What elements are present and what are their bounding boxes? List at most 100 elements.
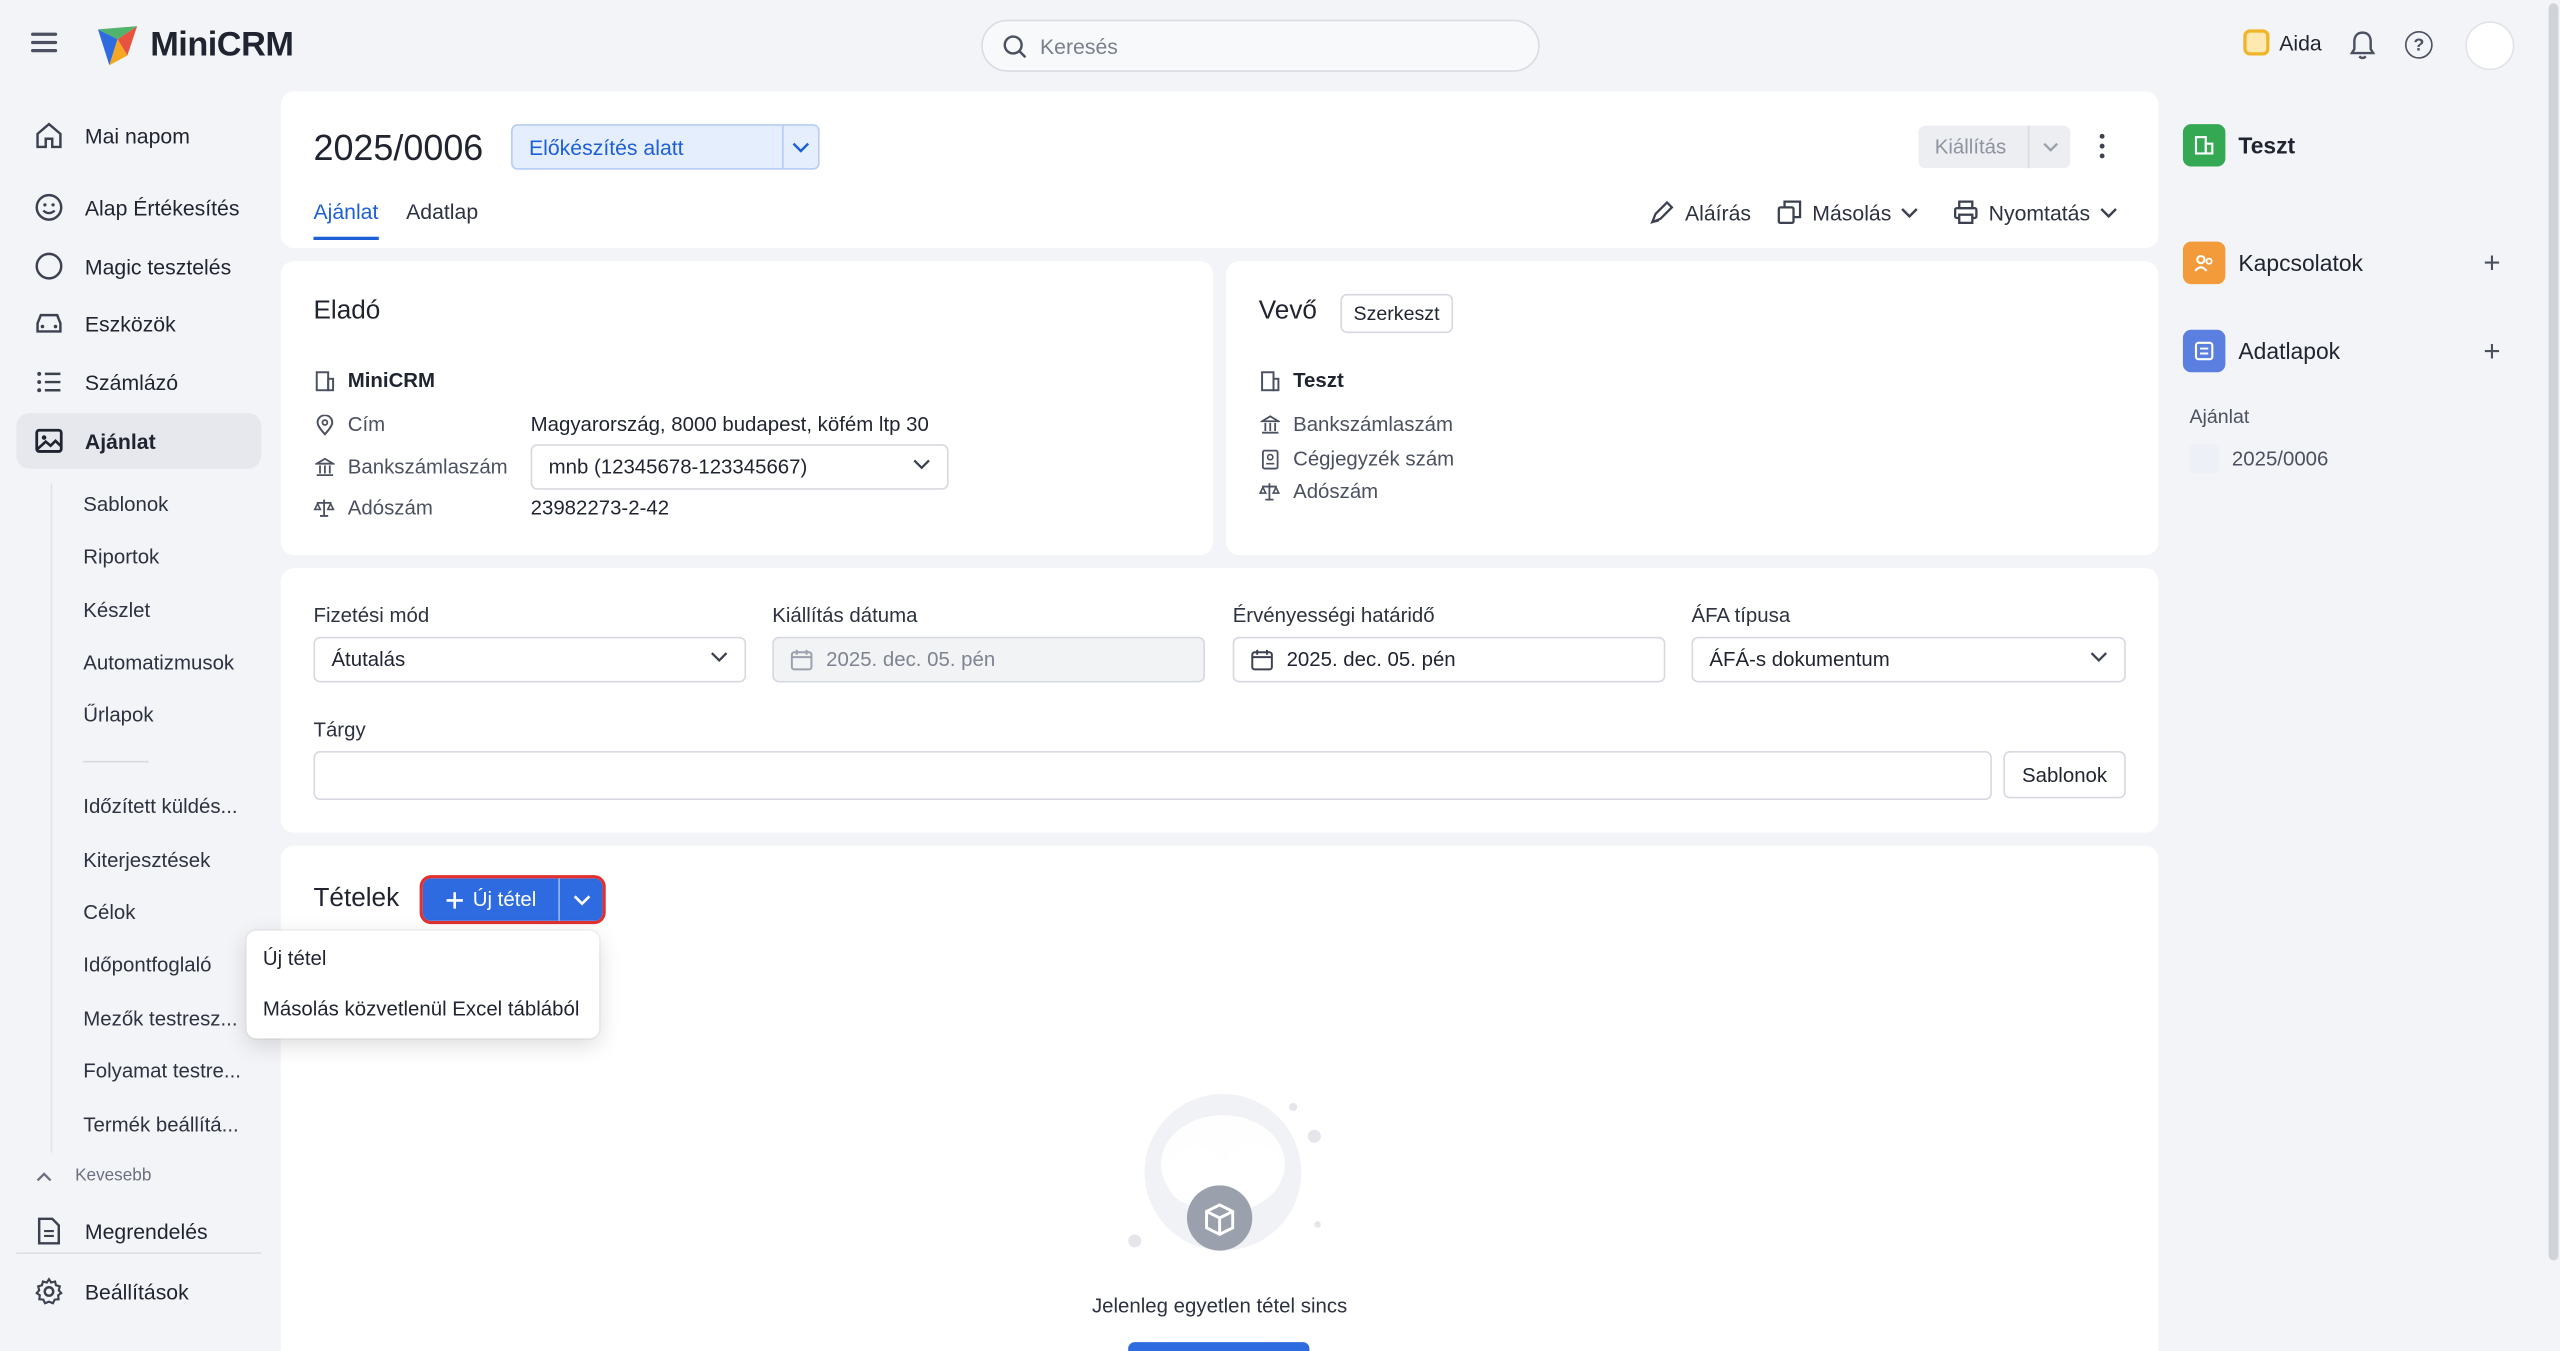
submenu-item[interactable]: Folyamat testre... [83, 1060, 246, 1083]
search-input[interactable] [1040, 33, 1498, 58]
edit-buyer-button[interactable]: Szerkeszt [1340, 293, 1453, 334]
document-tabs: Ajánlat Adatlap [313, 199, 478, 241]
vat-type-label: ÁFA típusa [1691, 604, 1791, 627]
new-item-split-button: Új tétel [422, 878, 603, 921]
sidebar-item-mai-napom[interactable]: Mai napom [16, 108, 261, 164]
menu-item-paste-excel[interactable]: Másolás közvetlenül Excel táblából [263, 998, 580, 1021]
validity-date-field[interactable]: 2025. dec. 05. pén [1232, 636, 1666, 683]
datasheets-label: Adatlapok [2238, 337, 2341, 365]
sign-button[interactable]: Aláírás [1649, 199, 1751, 225]
search-icon [1003, 34, 1027, 58]
vat-type-select[interactable]: ÁFÁ-s dokumentum [1691, 636, 2126, 683]
new-item-dropdown-menu: Új tétel Másolás közvetlenül Excel táblá… [246, 930, 600, 1039]
new-item-dropdown-toggle[interactable] [558, 878, 603, 921]
sidebar-item-eszkozok[interactable]: Eszközök [16, 296, 261, 352]
datasheet-group-label: Ajánlat [2189, 404, 2250, 428]
submenu-item[interactable]: Mezők testresz... [83, 1007, 246, 1030]
datasheet-icon [2182, 329, 2226, 373]
copy-button[interactable]: Másolás [1776, 199, 1919, 225]
related-record-label: Teszt [2238, 132, 2296, 159]
add-relation-plus-icon[interactable]: + [2483, 248, 2500, 277]
sidebar-item-szamlazo[interactable]: Számlázó [16, 354, 261, 410]
bank-account-select[interactable]: mnb (12345678-123345667) [530, 444, 949, 490]
add-datasheet-plus-icon[interactable]: + [2483, 336, 2500, 365]
copy-icon [1777, 200, 1802, 225]
global-search[interactable] [981, 19, 1540, 72]
copy-label: Másolás [1812, 200, 1892, 225]
notifications-bell-icon[interactable] [2348, 29, 2377, 62]
sidebar-item-label: Magic tesztelés [84, 253, 232, 279]
sign-label: Aláírás [1684, 200, 1752, 225]
scrollbar-thumb[interactable] [2548, 3, 2559, 1261]
user-avatar[interactable] [2465, 21, 2515, 71]
datasheet-item[interactable]: 2025/0006 [2189, 444, 2329, 474]
buyer-tax-row: Adószám [1258, 480, 1379, 503]
submenu-item[interactable]: Űrlapok [83, 704, 246, 727]
sidebar: Mai napom Alap Értékesítés Magic tesztel… [0, 91, 278, 1350]
pen-icon [1650, 200, 1674, 225]
status-select[interactable]: Előkészítés alatt [511, 124, 820, 170]
help-icon[interactable]: ? [2404, 31, 2433, 59]
buyer-tax-label: Adószám [1293, 480, 1379, 503]
app-logo[interactable]: MiniCRM [95, 23, 294, 69]
contacts-icon [2182, 241, 2226, 285]
add-first-item-button[interactable] [1128, 1342, 1310, 1351]
payment-method-select[interactable]: Átutalás [313, 636, 747, 683]
submenu-item[interactable]: Célok [83, 901, 246, 924]
circle-icon [33, 250, 66, 283]
sidebar-item-megrendeles[interactable]: Megrendelés [16, 1203, 261, 1259]
more-options-icon[interactable] [2093, 131, 2113, 164]
subject-input[interactable] [313, 751, 1992, 801]
document-header: 2025/0006 Előkészítés alatt Kiállítás Aj… [280, 91, 2159, 249]
status-value: Előkészítés alatt [528, 134, 684, 160]
buyer-registry-label: Cégjegyzék szám [1293, 447, 1455, 471]
new-item-button[interactable]: Új tétel [422, 878, 559, 921]
hamburger-menu-icon[interactable] [31, 31, 60, 54]
chevron-down-icon [913, 459, 930, 470]
image-icon [33, 425, 66, 458]
bank-account-value: mnb (12345678-123345667) [548, 455, 808, 479]
issue-button[interactable]: Kiállítás [1918, 125, 2071, 169]
submenu-item[interactable]: Időpontfoglaló [83, 953, 246, 976]
vat-type-value: ÁFÁ-s dokumentum [1709, 648, 1890, 672]
print-button[interactable]: Nyomtatás [1953, 199, 2118, 225]
buyer-company-row: Teszt [1259, 369, 1344, 392]
address-label: Cím [347, 413, 386, 436]
aida-assistant-button[interactable]: Aida [2243, 29, 2322, 56]
tab-adatlap[interactable]: Adatlap [406, 199, 478, 240]
chevron-down-icon [1901, 207, 1919, 218]
relations-label: Kapcsolatok [2238, 249, 2363, 276]
collapse-submenu-button[interactable]: Kevesebb [36, 1166, 151, 1185]
validity-date-label: Érvényességi határidő [1232, 604, 1435, 627]
submenu-item[interactable]: Riportok [83, 545, 246, 568]
bank-icon [313, 456, 334, 477]
sidebar-item-label: Eszközök [84, 311, 176, 336]
templates-button[interactable]: Sablonok [2003, 751, 2126, 799]
chevron-down-icon [2027, 125, 2070, 169]
chevron-down-icon [2090, 652, 2107, 663]
submenu-item[interactable]: Időzített küldés... [83, 795, 246, 818]
buyer-registry-row: Cégjegyzék szám [1259, 447, 1454, 470]
tab-ajanlat[interactable]: Ajánlat [313, 199, 379, 241]
submenu-divider [83, 760, 149, 763]
sidebar-item-alap-ertekesites[interactable]: Alap Értékesítés [16, 180, 261, 236]
submenu-item[interactable]: Sablonok [83, 493, 246, 516]
issue-button-label: Kiállítás [1934, 135, 2007, 159]
sidebar-item-magic-teszteles[interactable]: Magic tesztelés [16, 238, 261, 294]
app-name: MiniCRM [150, 26, 294, 64]
submenu-item[interactable]: Termék beállítá... [83, 1114, 246, 1137]
related-record-teszt[interactable]: Teszt [2182, 124, 2296, 167]
seller-bank-row: Bankszámlaszám [313, 456, 508, 478]
tax-label: Adószám [347, 496, 433, 520]
submenu-item[interactable]: Készlet [83, 599, 246, 622]
submenu-item[interactable]: Automatizmusok [83, 651, 246, 674]
sidebar-item-beallitasok[interactable]: Beállítások [16, 1264, 261, 1320]
submenu-item[interactable]: Kiterjesztések [83, 849, 246, 872]
sidebar-item-ajanlat[interactable]: Ajánlat [16, 413, 262, 469]
relations-section[interactable]: Kapcsolatok [2182, 241, 2363, 285]
sidebar-item-label: Ajánlat [84, 428, 156, 454]
datasheet-item-label: 2025/0006 [2231, 447, 2329, 471]
datasheets-section[interactable]: Adatlapok [2182, 329, 2341, 373]
empty-state-illustration [1122, 1091, 1334, 1271]
menu-item-new-item[interactable]: Új tétel [263, 947, 327, 970]
